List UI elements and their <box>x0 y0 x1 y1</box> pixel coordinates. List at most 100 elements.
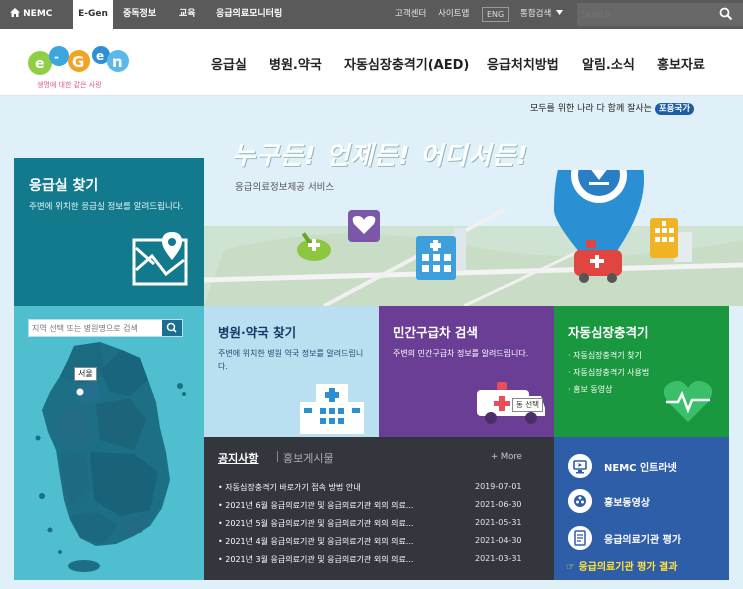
svg-text:e: e <box>35 56 45 72</box>
notice-date: 2019-07-01 <box>475 482 522 491</box>
search-icon[interactable] <box>719 7 733 21</box>
document-icon <box>568 526 592 550</box>
page-root: NEMC E-Gen 중독정보 교육 응급의료모니터링 고객센터 사이트맵 EN… <box>0 0 743 589</box>
nemc-home-link[interactable]: NEMC <box>10 0 52 29</box>
egen-logo[interactable]: e - G e n 생명에 대한 같은 사랑 <box>27 37 132 92</box>
top-utility-bar: NEMC E-Gen 중독정보 교육 응급의료모니터링 고객센터 사이트맵 EN… <box>0 0 743 29</box>
notice-date: 2021-06-30 <box>475 500 522 509</box>
region-search <box>28 319 183 337</box>
notice-item[interactable]: • 2021년 4월 응급의료기관 및 응급의료기관 외의 의료... 2021… <box>218 536 540 550</box>
dropdown-arrow-icon <box>555 10 563 15</box>
hospital-building-icon <box>416 236 456 280</box>
notice-title: • 2021년 4월 응급의료기관 및 응급의료기관 외의 의료... <box>218 537 414 546</box>
slogan-text: 모두를 위한 나라 다 함께 잘사는 <box>530 104 652 114</box>
notice-title: • 2021년 5월 응급의료기관 및 응급의료기관 외의 의료... <box>218 519 414 528</box>
aed-tile-title: 자동심장충격기 <box>568 325 649 340</box>
aed-link-howto-label: 자동심장충격기 사용법 <box>573 368 650 377</box>
egen-logo-graphic: e - G e n 생명에 대한 같은 사랑 <box>28 46 129 89</box>
notice-title-text: 2021년 6월 응급의료기관 및 응급의료기관 외의 의료... <box>225 501 414 510</box>
aed-link-find-label: 자동심장충격기 찾기 <box>573 351 642 360</box>
aed-link-video-label: 홍보 동영상 <box>573 385 613 394</box>
korea-map[interactable] <box>30 340 190 575</box>
slogan: 모두를 위한 나라 다 함께 잘사는 포용국가 <box>530 101 695 115</box>
topbar-search <box>577 3 743 26</box>
notice-title: • 2021년 6월 응급의료기관 및 응급의료기관 외의 의료... <box>218 501 414 510</box>
quick-link-evaluation-label: 응급의료기관 평가 <box>604 535 682 546</box>
aed-link-find[interactable]: · 자동심장충격기 찾기 <box>568 350 642 361</box>
egen-tab[interactable]: E-Gen <box>73 0 113 29</box>
notice-board: 공지사항 홍보게시물 + More • 자동심장충격기 바로가기 접속 방법 안… <box>204 437 554 580</box>
aed-link-video[interactable]: · 홍보 동영상 <box>568 384 612 395</box>
hero-subtitle: 응급의료정보제공 서비스 <box>235 182 335 193</box>
heart-card-icon <box>348 210 380 242</box>
er-finder-panel[interactable]: 응급실 찾기 주변에 위치한 응급실 정보를 알려드립니다. <box>14 158 204 306</box>
region-search-button[interactable] <box>162 320 182 336</box>
evaluation-result-link[interactable]: ☞ 응급의료기관 평가 결과 <box>566 558 677 573</box>
tab-promotions[interactable]: 홍보게시물 <box>283 450 334 466</box>
hospital-pharmacy-tile[interactable]: 병원·약국 찾기 주변에 위치한 병원 약국 정보를 알려드립니다. <box>204 306 379 437</box>
hospital-icon <box>300 384 364 434</box>
quick-link-video-label: 홍보동영상 <box>604 498 650 509</box>
topbar-search-input[interactable] <box>581 6 701 23</box>
nav-news[interactable]: 알림.소식 <box>582 54 635 73</box>
search-icon <box>166 322 177 333</box>
topmenu-poison-info[interactable]: 중독정보 <box>123 0 156 29</box>
notice-item[interactable]: • 자동심장충격기 바로가기 접속 방법 안내 2019-07-01 <box>218 482 540 496</box>
aed-tile[interactable]: 자동심장충격기 · 자동심장충격기 찾기 · 자동심장충격기 사용법 · 홍보 … <box>554 306 729 437</box>
notice-date: 2021-05-31 <box>475 518 522 527</box>
er-finder-title: 응급실 찾기 <box>29 178 99 194</box>
sitemap-link[interactable]: 사이트맵 <box>438 0 469 29</box>
svg-text:G: G <box>72 53 84 71</box>
notice-item[interactable]: • 2021년 6월 응급의료기관 및 응급의료기관 외의 의료... 2021… <box>218 500 540 514</box>
main-header: e - G e n 생명에 대한 같은 사랑 응급실 병원.약국 자동심장충격기… <box>0 29 743 96</box>
tab-divider <box>277 451 278 462</box>
nav-promotion[interactable]: 홍보자료 <box>657 54 705 73</box>
topmenu-education[interactable]: 교육 <box>179 0 196 29</box>
unified-search-label: 통합검색 <box>520 9 552 19</box>
quick-link-intranet-label: NEMC 인트라넷 <box>604 463 677 474</box>
hospital-tile-desc: 주변에 위치한 병원 약국 정보를 알려드립니다. <box>218 349 364 371</box>
heartbeat-heart-icon <box>663 380 713 422</box>
er-finder-desc: 주변에 위치한 응급실 정보를 알려드립니다. <box>29 202 184 212</box>
notice-item[interactable]: • 2021년 3월 응급의료기관 및 응급의료기관 외의 의료... 2021… <box>218 554 540 568</box>
customer-center-link[interactable]: 고객센터 <box>395 0 426 29</box>
map-pin-icon <box>132 232 188 286</box>
svg-text:n: n <box>112 53 123 71</box>
region-search-input[interactable] <box>32 320 162 336</box>
nemc-label: NEMC <box>23 9 53 19</box>
english-link[interactable]: ENG <box>482 7 510 22</box>
quick-link-intranet[interactable]: NEMC 인트라넷 <box>568 454 728 478</box>
slogan-badge: 포용국가 <box>654 103 695 115</box>
ambulance-tile-title: 민간구급차 검색 <box>393 325 478 340</box>
notice-title-text: 자동심장충격기 바로가기 접속 방법 안내 <box>225 483 361 492</box>
nav-first-aid[interactable]: 응급처치방법 <box>487 54 559 73</box>
topmenu-monitoring[interactable]: 응급의료모니터링 <box>216 0 282 29</box>
tab-notices[interactable]: 공지사항 <box>218 450 258 466</box>
hero-title: 누구든! 언제든! 어디서든! <box>232 141 529 170</box>
nav-aed[interactable]: 자동심장충격기(AED) <box>344 54 469 73</box>
nav-emergency-room[interactable]: 응급실 <box>211 54 247 73</box>
nav-hospital-pharmacy[interactable]: 병원.약국 <box>269 54 322 73</box>
dong-select-tag[interactable]: 동 선택 <box>512 398 544 412</box>
aed-link-howto[interactable]: · 자동심장충격기 사용법 <box>568 367 649 378</box>
svg-text:-: - <box>54 50 59 64</box>
home-icon <box>10 8 20 17</box>
notice-title: • 자동심장충격기 바로가기 접속 방법 안내 <box>218 483 361 492</box>
notice-date: 2021-03-31 <box>475 554 522 563</box>
unified-search-select[interactable]: 통합검색 <box>520 0 563 29</box>
hospital-tile-title: 병원·약국 찾기 <box>218 325 297 340</box>
region-label-seoul[interactable]: 서울 <box>74 367 97 381</box>
quick-link-video[interactable]: 홍보동영상 <box>568 489 728 513</box>
notice-title: • 2021년 3월 응급의료기관 및 응급의료기관 외의 의료... <box>218 555 414 564</box>
building-icon <box>650 218 678 258</box>
svg-text:생명에 대한 같은 사랑: 생명에 대한 같은 사랑 <box>37 80 102 89</box>
notice-title-text: 2021년 3월 응급의료기관 및 응급의료기관 외의 의료... <box>225 555 414 564</box>
notice-more-link[interactable]: + More <box>491 452 522 462</box>
notice-item[interactable]: • 2021년 5월 응급의료기관 및 응급의료기관 외의 의료... 2021… <box>218 518 540 532</box>
notice-date: 2021-04-30 <box>475 536 522 545</box>
monitor-icon <box>568 454 592 478</box>
quick-link-evaluation[interactable]: 응급의료기관 평가 <box>568 526 728 550</box>
film-reel-icon <box>568 489 592 513</box>
private-ambulance-tile[interactable]: 민간구급차 검색 주변의 민간구급차 정보를 알려드립니다. <box>379 306 554 437</box>
notice-title-text: 2021년 5월 응급의료기관 및 응급의료기관 외의 의료... <box>225 519 414 528</box>
